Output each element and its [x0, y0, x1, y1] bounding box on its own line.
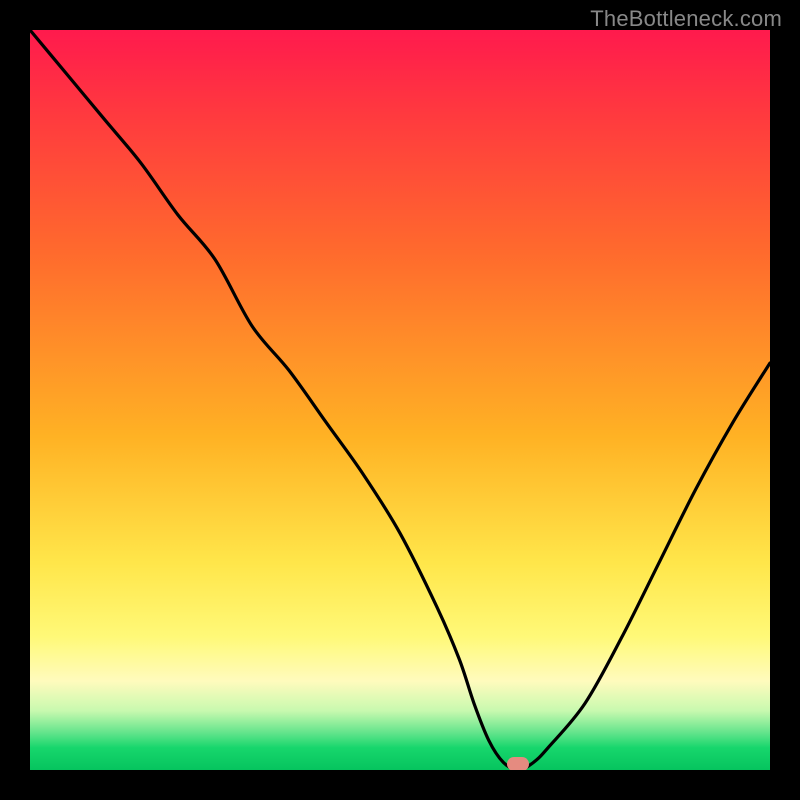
bottleneck-curve: [30, 30, 770, 770]
curve-path: [30, 30, 770, 770]
optimal-marker: [507, 757, 529, 770]
watermark-text: TheBottleneck.com: [590, 6, 782, 32]
chart-frame: TheBottleneck.com: [0, 0, 800, 800]
plot-area: [30, 30, 770, 770]
